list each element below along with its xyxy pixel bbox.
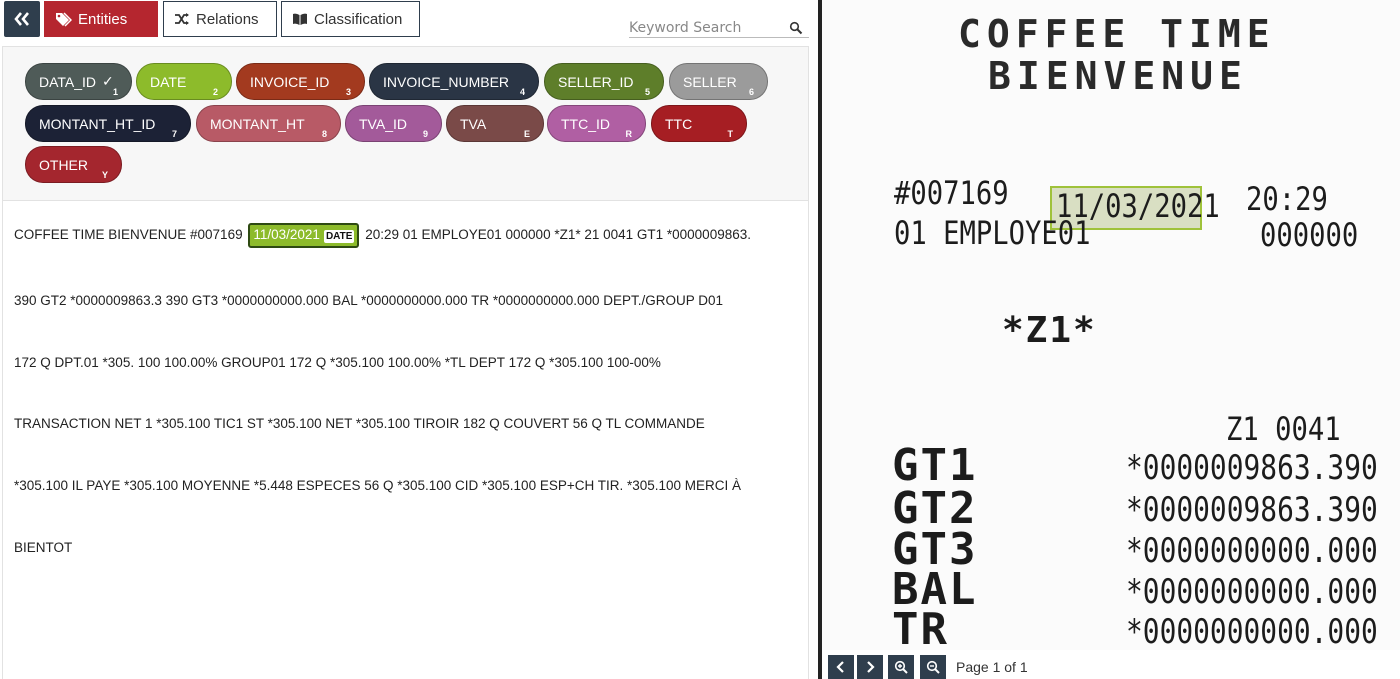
- receipt-row-value: *0000000000.000: [1126, 612, 1378, 652]
- tab-entities[interactable]: Entities: [44, 1, 158, 37]
- label-name: DATA_ID: [39, 73, 97, 90]
- label-shortcut-key: 5: [644, 87, 650, 97]
- next-page-button[interactable]: [857, 655, 883, 679]
- label-name: MONTANT_HT_ID: [39, 115, 156, 132]
- label-shortcut-key: T: [727, 129, 734, 139]
- label-name: OTHER: [39, 156, 88, 173]
- page-indicator: Page 1 of 1: [956, 659, 1028, 675]
- annotation-panel: Entities Relations Classification Keywor…: [0, 0, 818, 679]
- label-shortcut-key: 1: [112, 87, 118, 97]
- tab-classification-label: Classification: [314, 10, 403, 28]
- label-seller[interactable]: SELLER 6: [669, 63, 768, 100]
- receipt-image: COFFEE TIME BIENVENUE #007169 11/03/2021…: [822, 0, 1400, 655]
- tab-entities-label: Entities: [78, 10, 128, 28]
- label-tva-id[interactable]: TVA_ID 9: [345, 105, 442, 142]
- label-shortcut-key: Y: [101, 170, 108, 180]
- chevron-right-icon: [867, 661, 875, 673]
- receipt-employee-code: 000000: [1260, 216, 1359, 254]
- collapse-panel-button[interactable]: [4, 1, 40, 37]
- label-data-id[interactable]: DATA_ID ✓ 1: [25, 63, 132, 100]
- chevron-left-icon: [836, 661, 844, 673]
- text-line: TRANSACTION NET 1 *305.100 TIC1 ST *305.…: [14, 416, 705, 431]
- label-shortcut-key: 6: [748, 87, 754, 97]
- label-other[interactable]: OTHER Y: [25, 146, 122, 183]
- label-shortcut-key: E: [523, 129, 530, 139]
- receipt-row-value: *0000009863.390: [1126, 448, 1378, 488]
- entity-labels-panel: DATA_ID ✓ 1 DATE 2 INVOICE_ID 3 INVOICE_…: [2, 46, 809, 201]
- entity-highlight-date[interactable]: 11/03/2021 DATE: [248, 223, 360, 248]
- label-name: TTC_ID: [561, 115, 610, 132]
- pager: Page 1 of 1: [822, 652, 1400, 679]
- label-name: TVA_ID: [359, 115, 407, 132]
- label-shortcut-key: 8: [321, 129, 327, 139]
- entity-text: 11/03/2021: [253, 227, 320, 242]
- label-name: SELLER_ID: [558, 73, 634, 90]
- receipt-z-marker: *Z1*: [1002, 310, 1097, 351]
- label-shortcut-key: 3: [345, 87, 351, 97]
- label-date[interactable]: DATE 2: [136, 63, 232, 100]
- double-chevron-left-icon: [14, 12, 29, 26]
- receipt-row-value: *0000000000.000: [1126, 531, 1378, 571]
- text-line: *305.100 IL PAYE *305.100 MOYENNE *5.448…: [14, 478, 742, 493]
- tab-classification[interactable]: Classification: [281, 1, 420, 37]
- label-invoice-id[interactable]: INVOICE_ID 3: [236, 63, 365, 100]
- entity-tag: DATE: [323, 230, 355, 243]
- keyword-search: [629, 18, 809, 38]
- receipt-time: 20:29: [1246, 180, 1328, 218]
- label-name: SELLER: [683, 73, 737, 90]
- label-ttc-id[interactable]: TTC_ID R: [547, 105, 646, 142]
- label-shortcut-key: 9: [422, 129, 428, 139]
- label-name: DATE: [150, 73, 187, 90]
- label-ttc[interactable]: TTC T: [651, 105, 747, 142]
- label-name: TTC: [665, 115, 693, 132]
- text-line: 172 Q DPT.01 *305. 100 100.00% GROUP01 1…: [14, 355, 661, 370]
- zoom-out-button[interactable]: [920, 655, 946, 679]
- text-line: BIENTOT: [14, 540, 73, 555]
- receipt-row-value: *0000009863.390: [1126, 490, 1378, 530]
- text-line: COFFEE TIME BIENVENUE #007169 11/03/2021…: [14, 223, 751, 248]
- receipt-header-line2: BIENVENUE: [988, 54, 1248, 98]
- zoom-in-icon: [894, 660, 908, 674]
- label-shortcut-key: 2: [212, 87, 218, 97]
- label-montant-ht[interactable]: MONTANT_HT 8: [196, 105, 341, 142]
- text-segment: 20:29 01 EMPLOYE01 000000 *Z1* 21 0041 G…: [365, 227, 751, 242]
- receipt-header-line1: COFFEE TIME: [958, 12, 1276, 56]
- label-shortcut-key: 4: [519, 87, 525, 97]
- shuffle-icon: [175, 13, 189, 25]
- toolbar: Entities Relations Classification: [0, 0, 818, 42]
- previous-page-button[interactable]: [828, 655, 854, 679]
- label-shortcut-key: 7: [171, 129, 177, 139]
- tags-icon: [56, 11, 72, 27]
- text-segment: COFFEE TIME BIENVENUE #007169: [14, 227, 243, 242]
- label-seller-id[interactable]: SELLER_ID 5: [544, 63, 664, 100]
- label-name: MONTANT_HT: [210, 115, 305, 132]
- label-name: TVA: [460, 115, 487, 132]
- tab-relations-label: Relations: [196, 10, 259, 28]
- zoom-out-icon: [926, 660, 940, 674]
- receipt-row-label: TR: [892, 604, 949, 655]
- label-invoice-number[interactable]: INVOICE_NUMBER 4: [369, 63, 539, 100]
- zoom-in-button[interactable]: [888, 655, 914, 679]
- receipt-z-line: Z1 0041: [1226, 410, 1341, 448]
- label-name: INVOICE_ID: [250, 73, 330, 90]
- label-name: INVOICE_NUMBER: [383, 73, 510, 90]
- receipt-row-value: *0000000000.000: [1126, 572, 1378, 612]
- keyword-search-input[interactable]: [629, 18, 779, 38]
- text-line: 390 GT2 *0000009863.3 390 GT3 *000000000…: [14, 293, 724, 308]
- label-shortcut-key: R: [625, 129, 633, 139]
- tab-relations[interactable]: Relations: [163, 1, 277, 37]
- label-montant-ht-id[interactable]: MONTANT_HT_ID 7: [25, 105, 191, 142]
- document-viewer: COFFEE TIME BIENVENUE #007169 11/03/2021…: [822, 0, 1400, 679]
- receipt-number: #007169: [894, 174, 1009, 212]
- label-tva[interactable]: TVA E: [446, 105, 544, 142]
- document-text-area[interactable]: COFFEE TIME BIENVENUE #007169 11/03/2021…: [2, 201, 809, 679]
- receipt-employee: 01 EMPLOYE01: [894, 214, 1091, 252]
- book-open-icon: [293, 13, 307, 25]
- search-icon[interactable]: [789, 21, 803, 35]
